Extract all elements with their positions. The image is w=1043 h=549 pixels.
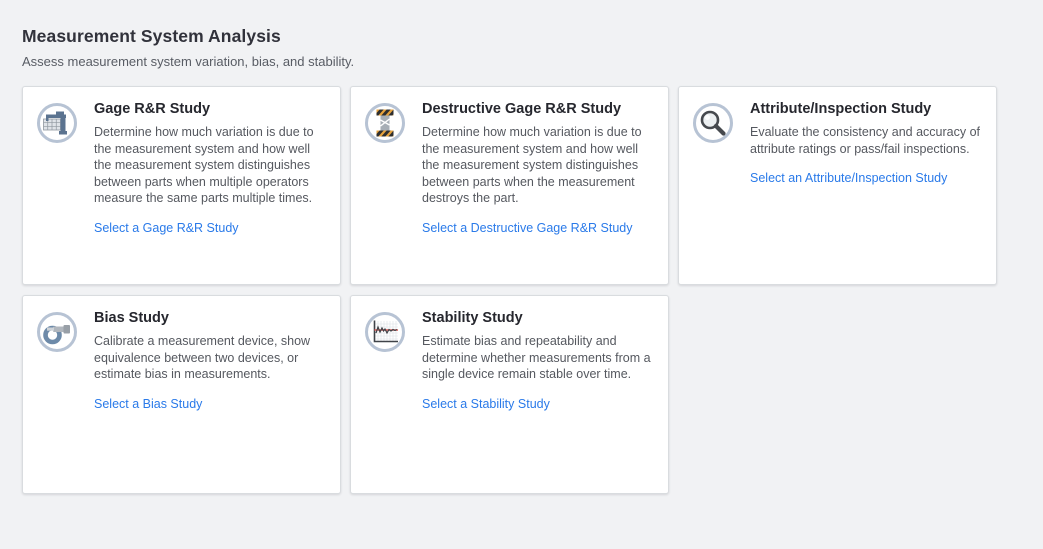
card-description-stability: Estimate bias and repeatability and dete… [422, 333, 653, 383]
select-attribute-inspection-study-link[interactable]: Select an Attribute/Inspection Study [750, 171, 947, 185]
card-destructive-gage-rr-study: Destructive Gage R&R Study Determine how… [350, 86, 669, 285]
card-description-gage-rr: Determine how much variation is due to t… [94, 124, 325, 207]
select-stability-study-link[interactable]: Select a Stability Study [422, 397, 550, 411]
card-gage-rr-study: Gage R&R Study Determine how much variat… [22, 86, 341, 285]
control-chart-icon [365, 312, 405, 352]
card-title-destructive: Destructive Gage R&R Study [422, 101, 653, 117]
card-description-attribute: Evaluate the consistency and accuracy of… [750, 124, 981, 157]
study-card-grid: Gage R&R Study Determine how much variat… [22, 86, 1002, 494]
caliper-grid-icon [37, 103, 77, 143]
card-title-stability: Stability Study [422, 310, 653, 326]
card-bias-study: Bias Study Calibrate a measurement devic… [22, 295, 341, 494]
select-bias-study-link[interactable]: Select a Bias Study [94, 397, 202, 411]
card-title-gage-rr: Gage R&R Study [94, 101, 325, 117]
magnifier-icon [693, 103, 733, 143]
card-stability-study: Stability Study Estimate bias and repeat… [350, 295, 669, 494]
destructive-specimen-icon [365, 103, 405, 143]
card-attribute-inspection-study: Attribute/Inspection Study Evaluate the … [678, 86, 997, 285]
page-title: Measurement System Analysis [22, 26, 1021, 47]
select-gage-rr-study-link[interactable]: Select a Gage R&R Study [94, 221, 239, 235]
msa-page: Measurement System Analysis Assess measu… [0, 0, 1043, 494]
card-title-bias: Bias Study [94, 310, 325, 326]
page-subtitle: Assess measurement system variation, bia… [22, 54, 1021, 69]
select-destructive-gage-rr-study-link[interactable]: Select a Destructive Gage R&R Study [422, 221, 633, 235]
card-title-attribute: Attribute/Inspection Study [750, 101, 981, 117]
micrometer-icon [37, 312, 77, 352]
card-description-destructive: Determine how much variation is due to t… [422, 124, 653, 207]
card-description-bias: Calibrate a measurement device, show equ… [94, 333, 325, 383]
